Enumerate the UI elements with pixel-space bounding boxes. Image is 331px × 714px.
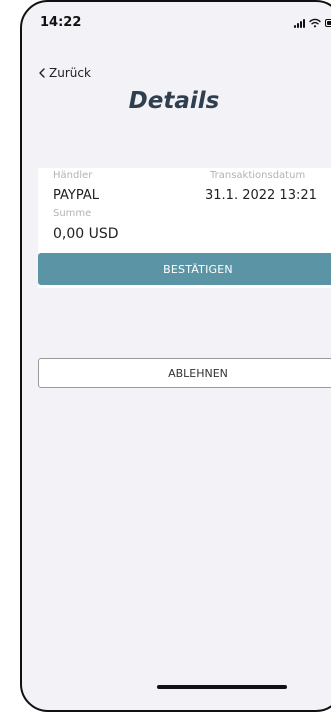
amount-value: 0,00 USD: [53, 226, 119, 242]
confirm-button[interactable]: BESTÄTIGEN: [38, 253, 331, 285]
amount-label: Summe: [53, 208, 92, 219]
phone-screen: 14:22 Zurück Details Händler PAYPAL Tran…: [0, 0, 331, 714]
battery-icon: [325, 19, 331, 27]
merchant-value: PAYPAL: [53, 188, 99, 203]
reject-button[interactable]: ABLEHNEN: [38, 358, 331, 388]
chevron-left-icon: [39, 68, 45, 78]
home-indicator[interactable]: [157, 685, 287, 689]
status-time: 14:22: [40, 15, 82, 30]
merchant-label: Händler: [53, 170, 93, 181]
status-bar: 14:22: [22, 2, 331, 42]
wifi-icon: [309, 18, 321, 28]
date-value: 31.1. 2022 13:21: [205, 188, 317, 203]
signal-icon: [294, 18, 305, 28]
page-title: Details: [128, 88, 220, 114]
back-button[interactable]: Zurück: [39, 66, 91, 80]
status-icons: [294, 17, 331, 29]
date-label: Transaktionsdatum: [210, 170, 306, 181]
device-frame: 14:22 Zurück Details Händler PAYPAL Tran…: [20, 0, 331, 712]
back-label: Zurück: [49, 66, 91, 80]
